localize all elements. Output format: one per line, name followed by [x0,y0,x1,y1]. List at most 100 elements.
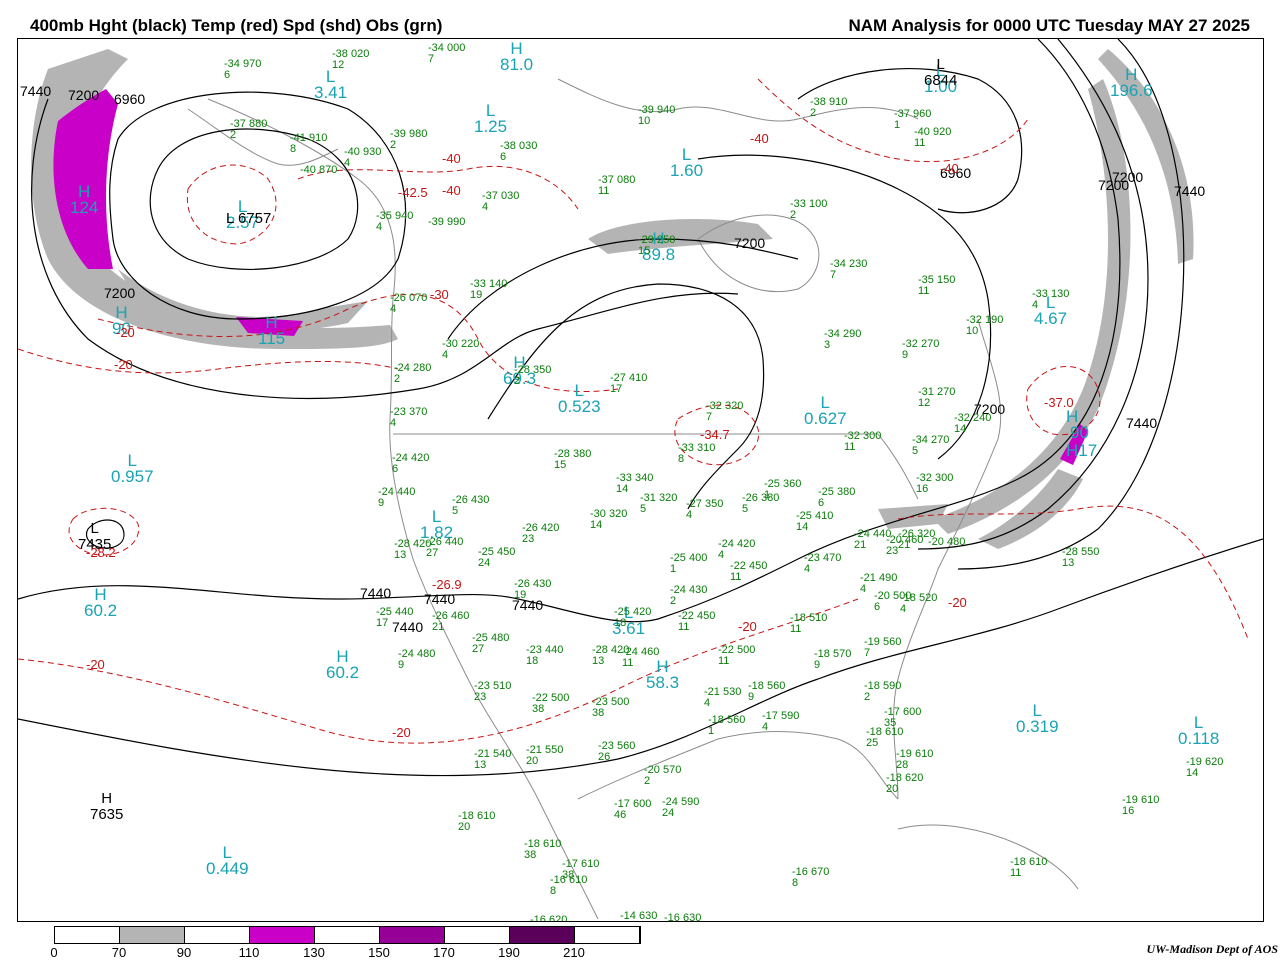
obs-dewpoint-depression: 8 [550,885,557,897]
hl-label: L 0.523 [558,382,601,416]
obs-dewpoint-depression: 9 [814,659,821,671]
hl-value: 0.523 [558,397,601,416]
obs-dewpoint-depression: 9 [748,691,755,703]
hl-value: 7635 [90,806,124,823]
obs-dewpoint-depression: 27 [472,643,485,655]
hl-value: 6844 [924,72,958,89]
speed-shading [31,49,1194,549]
height-contour-6960-north [797,67,1023,214]
hl-label: L 3.41 [314,68,348,102]
station-obs: -32 270 9 [902,339,939,361]
obs-dewpoint-depression: 23 [474,691,487,703]
station-obs: -16 670 8 [792,867,829,889]
obs-dewpoint-depression: 8 [290,143,297,155]
station-obs: -14 630 [620,911,657,922]
obs-dewpoint-depression: 11 [1010,867,1022,879]
obs-dewpoint-depression: 20 [458,821,471,833]
station-obs: -32 240 14 [954,413,991,435]
station-obs: -21 540 13 [474,749,511,771]
station-obs: -34 970 6 [224,59,261,81]
station-obs: -21 550 20 [526,745,563,767]
height-contour-label: 7200 [104,285,136,301]
obs-dewpoint-depression: 11 [918,285,930,297]
station-obs: -18 570 9 [814,649,851,671]
station-obs: -26 440 27 [426,537,463,559]
obs-temp-height: -16 620 [530,914,568,922]
hl-value: 0.118 [1178,729,1220,748]
station-obs: -25 440 17 [376,607,413,629]
colorbar-tick-label: 70 [111,945,127,960]
colorbar-segment [250,927,315,943]
hl-label: L 0.957 [111,452,154,485]
obs-dewpoint-depression: 11 [790,623,802,635]
hl-value: 115 [258,329,286,348]
station-obs: -18 610 11 [1010,857,1047,879]
hl-value: 81.0 [500,55,534,74]
obs-dewpoint-depression: 27 [426,547,439,559]
station-obs: -33 140 19 [470,279,507,301]
station-obs: -38 910 2 [810,97,847,119]
temp-contour-40-north [757,78,1029,163]
hl-label: H 115 [258,314,286,348]
station-obs: -25 480 27 [472,633,509,655]
obs-dewpoint-depression: 4 [900,603,907,615]
obs-dewpoint-depression: 12 [332,59,345,71]
obs-dewpoint-depression: 12 [918,397,931,409]
hl-letter: L [90,520,99,537]
station-obs: -33 100 2 [790,199,827,221]
colorbar-segment [315,927,380,943]
obs-dewpoint-depression: 7 [830,269,837,281]
station-obs: -26 070 4 [390,293,427,315]
obs-dewpoint-depression: 3 [824,339,831,351]
height-contour-label: 7200 [1112,169,1144,185]
station-obs: -37 080 11 [598,175,635,197]
station-obs: -31 320 5 [640,493,677,515]
obs-dewpoint-depression: 28 [896,759,909,771]
height-contour-label: 7440 [1126,415,1158,431]
obs-dewpoint-depression: 19 [470,289,483,301]
station-obs: -26 420 23 [522,523,559,545]
obs-dewpoint-depression: 11 [622,657,634,669]
station-obs: -19 610 28 [896,749,933,771]
station-obs: -22 500 11 [718,645,755,667]
hl-label: L 0.319 [1016,702,1059,735]
station-obs: -25 360 1 [764,479,801,501]
temp-contour-label: -40 [940,161,959,176]
temp-contour-label: -26.9 [432,577,462,592]
colorbar-segment [510,927,575,943]
station-obs: -37 030 4 [482,191,519,213]
obs-dewpoint-depression: 4 [376,221,383,233]
height-contour-label: 7440 [1174,183,1206,199]
station-obs: -24 280 2 [394,363,431,385]
obs-dewpoint-depression: 11 [598,185,610,197]
credit-label: UW-Madison Dept of AOS [1146,942,1278,956]
obs-dewpoint-depression: 13 [1062,557,1075,569]
height-contour-label: 7440 [424,591,456,607]
hl-value: 90 [1070,423,1089,442]
hl-value: 3.41 [314,83,348,102]
station-obs: -23 500 38 [592,697,629,719]
temp-contour-label: -28.2 [86,545,116,560]
obs-dewpoint-depression: 16 [916,483,929,495]
colorbar-segment [120,927,185,943]
hl-value: 1.25 [474,117,508,136]
hl-label: L 0.449 [206,844,249,877]
temp-contour-label: -34.7 [700,427,730,442]
obs-dewpoint-depression: 10 [966,325,979,337]
station-obs: -25 410 14 [796,511,833,533]
obs-dewpoint-depression: 8 [678,453,685,465]
hl-label: L 0.627 [804,394,847,427]
obs-dewpoint-depression: 9 [398,659,405,671]
hl-label: L 0.118 [1178,714,1220,748]
obs-dewpoint-depression: 23 [886,545,899,557]
colorbar-segment [575,927,640,943]
station-obs: -39 980 2 [390,129,427,151]
obs-dewpoint-depression: 5 [640,503,647,515]
obs-dewpoint-depression: 5 [742,503,749,515]
obs-dewpoint-depression: 4 [804,563,811,575]
station-obs: -34 000 7 [428,43,465,65]
station-obs: -24 440 9 [378,487,415,509]
hl-value: 60.2 [84,601,118,620]
station-obs: -27 410 17 [610,373,647,395]
temp-contour-20-west [18,348,399,374]
